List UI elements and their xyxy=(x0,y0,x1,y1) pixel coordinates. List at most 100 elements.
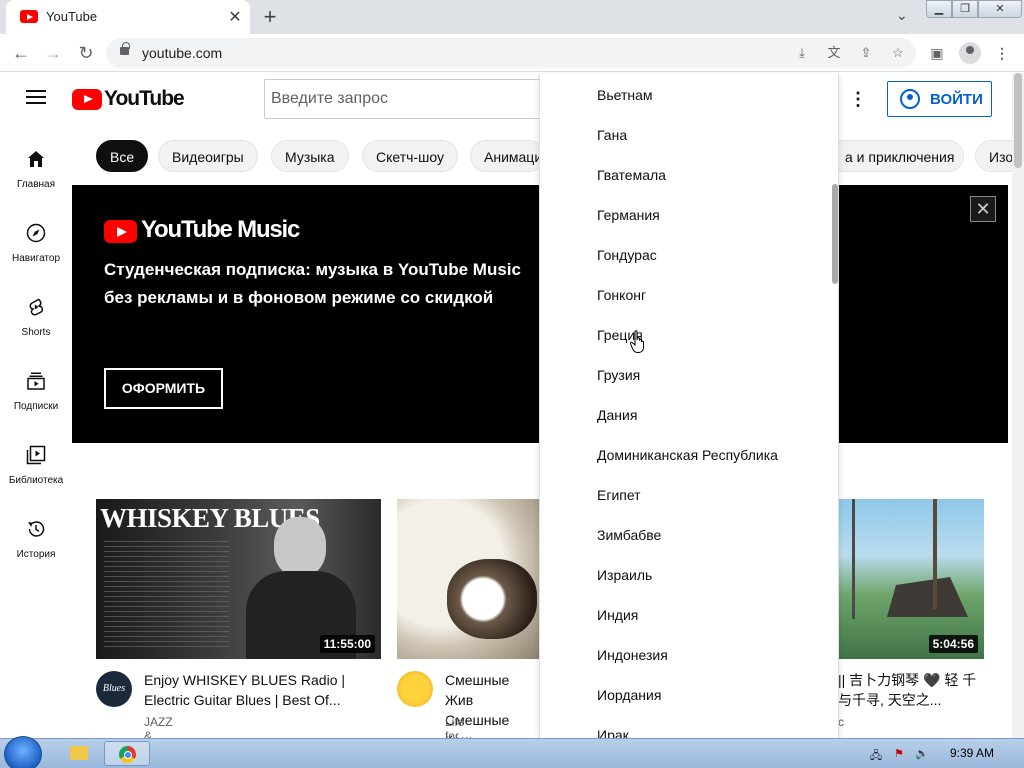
sidebar-item-home[interactable]: Главная xyxy=(0,149,72,209)
chrome-icon xyxy=(119,746,136,763)
window-controls: ▁ ❐ ✕ xyxy=(926,0,1024,20)
address-bar[interactable]: youtube.com ⤓ 文 ⇪ ☆ xyxy=(106,38,916,68)
video-duration: 11:55:00 xyxy=(319,635,375,653)
channel-name[interactable]: JAZZ & BLUES xyxy=(144,715,183,738)
subscriptions-icon xyxy=(27,372,45,390)
chip-adventure[interactable]: а и приключения xyxy=(828,140,964,172)
youtube-music-logo-icon xyxy=(104,220,137,243)
channel-avatar[interactable] xyxy=(397,671,433,707)
dropdown-item[interactable]: Германия xyxy=(597,195,827,235)
channel-avatar[interactable]: Blues xyxy=(96,671,132,707)
chip-all[interactable]: Все xyxy=(96,140,149,172)
share-icon[interactable]: ⇪ xyxy=(856,43,876,63)
browser-toolbar: ← → ↻ youtube.com ⤓ 文 ⇪ ☆ ▣ ⋮ xyxy=(0,34,1024,72)
sidebar-item-explore[interactable]: Навигатор xyxy=(0,223,72,283)
back-arrow-icon[interactable]: ← xyxy=(8,40,34,66)
page-scrollbar-thumb[interactable] xyxy=(1014,73,1022,168)
network-icon[interactable]: 🖧 xyxy=(869,747,883,762)
banner-brand: YouTube Music xyxy=(141,216,300,243)
hand-pointer-cursor-icon xyxy=(629,330,644,353)
dropdown-item[interactable]: Ирак xyxy=(597,715,827,738)
dropdown-item[interactable]: Зимбабве xyxy=(597,515,827,555)
new-tab-button[interactable]: + xyxy=(258,4,282,30)
profile-avatar-icon[interactable] xyxy=(959,42,981,64)
video-thumbnail[interactable] xyxy=(397,499,542,659)
dropdown-item[interactable]: Индонезия xyxy=(597,635,827,675)
chip-animation[interactable]: Анимаци xyxy=(470,140,545,172)
history-icon xyxy=(28,521,45,537)
side-panel-icon[interactable]: ▣ xyxy=(926,42,948,64)
banner-subscribe-button[interactable]: ОФОРМИТЬ xyxy=(104,368,223,409)
sidebar-label-history: История xyxy=(16,549,56,560)
start-button-icon[interactable] xyxy=(4,736,42,768)
sidebar-item-shorts[interactable]: Shorts xyxy=(0,297,72,357)
page-scrollbar[interactable] xyxy=(1012,73,1024,738)
dropdown-item[interactable]: Грузия xyxy=(597,355,827,395)
taskbar-chrome[interactable] xyxy=(104,741,150,766)
youtube-logo-icon[interactable] xyxy=(72,89,102,110)
video-thumbnail[interactable]: 5:04:56 xyxy=(838,499,984,659)
dropdown-item[interactable]: Гонконг xyxy=(597,275,827,315)
thumbnail-cat xyxy=(447,559,537,639)
tab-title: YouTube xyxy=(46,9,98,24)
sidebar-item-library[interactable]: Библиотека xyxy=(0,445,72,505)
dropdown-item[interactable]: Дания xyxy=(597,395,827,435)
dropdown-scrollbar-thumb[interactable] xyxy=(832,184,838,284)
thumbnail-pole xyxy=(852,499,855,619)
search-input[interactable] xyxy=(265,80,553,118)
translate-icon[interactable]: 文 xyxy=(824,43,844,63)
youtube-logo-text[interactable]: YouTube xyxy=(104,87,185,111)
dropdown-item[interactable]: Египет xyxy=(597,475,827,515)
bookmark-star-icon[interactable]: ☆ xyxy=(888,43,908,63)
sidebar-item-subscriptions[interactable]: Подписки xyxy=(0,371,72,431)
sidebar-label-explore: Навигатор xyxy=(11,253,61,264)
dropdown-item[interactable]: Индия xyxy=(597,595,827,635)
sidebar-item-history[interactable]: История xyxy=(0,519,72,579)
account-circle-icon xyxy=(900,89,920,109)
minimize-button[interactable]: ▁ xyxy=(926,0,952,18)
action-center-flag-icon[interactable]: ⚑ xyxy=(892,747,906,761)
video-thumbnail[interactable]: WHISKEY BLUES 11:55:00 xyxy=(96,499,381,659)
thumbnail-house xyxy=(887,577,968,617)
sidebar-label-library: Библиотека xyxy=(8,475,64,486)
dropdown-item[interactable]: Гана xyxy=(597,115,827,155)
dropdown-item[interactable]: Доминиканская Республика xyxy=(597,435,827,475)
banner-close-icon[interactable]: ✕ xyxy=(970,196,996,222)
hamburger-menu-icon[interactable] xyxy=(26,90,46,104)
lock-icon xyxy=(120,42,130,55)
dropdown-item[interactable]: Вьетнам xyxy=(597,75,827,115)
dropdown-item[interactable]: Иордания xyxy=(597,675,827,715)
dropdown-item[interactable]: Гватемала xyxy=(597,155,827,195)
taskbar-clock[interactable]: 9:39 AM xyxy=(950,746,994,760)
signin-button[interactable]: ВОЙТИ xyxy=(887,81,992,117)
taskbar-file-explorer[interactable] xyxy=(56,741,102,766)
maximize-button[interactable]: ❐ xyxy=(952,0,978,18)
youtube-page: YouTube ⋮ ВОЙТИ Все Видеоигры Музыка Ске… xyxy=(0,73,1012,738)
settings-menu-icon[interactable]: ⋮ xyxy=(848,89,868,109)
browser-tab[interactable]: YouTube ✕ xyxy=(6,0,250,34)
video-title[interactable]: || 吉卜力钢琴 🖤 轻 千与千寻, 天空之... xyxy=(838,670,984,710)
close-window-button[interactable]: ✕ xyxy=(978,0,1022,18)
chip-sketch[interactable]: Скетч-шоу xyxy=(362,140,458,172)
chip-videogames[interactable]: Видеоигры xyxy=(158,140,258,172)
channel-name[interactable]: Life for Fun ✓ xyxy=(445,715,466,738)
forward-arrow-icon[interactable]: → xyxy=(40,40,66,66)
chip-art[interactable]: Изо xyxy=(975,140,1012,172)
sidebar-label-home: Главная xyxy=(16,179,56,190)
volume-icon[interactable]: 🔈 xyxy=(915,747,929,761)
sidebar-label-subscriptions: Подписки xyxy=(13,401,59,412)
banner-text: Студенческая подписка: музыка в YouTube … xyxy=(104,260,521,307)
browser-menu-icon[interactable]: ⋮ xyxy=(991,42,1013,64)
chip-music[interactable]: Музыка xyxy=(271,140,349,172)
reload-icon[interactable]: ↻ xyxy=(73,40,99,66)
tab-close-icon[interactable]: ✕ xyxy=(226,7,244,27)
thumbnail-tree xyxy=(933,499,937,609)
dropdown-item[interactable]: Гондурас xyxy=(597,235,827,275)
dropdown-item[interactable]: Израиль xyxy=(597,555,827,595)
windows-taskbar: 🖧 ⚑ 🔈 9:39 AM xyxy=(0,736,1024,768)
compass-icon xyxy=(26,223,46,243)
youtube-favicon-icon xyxy=(20,10,38,23)
tab-search-chevron-icon[interactable]: ⌄ xyxy=(896,7,908,24)
video-title[interactable]: Enjoy WHISKEY BLUES Radio | Electric Gui… xyxy=(144,670,359,710)
install-app-icon[interactable]: ⤓ xyxy=(792,43,812,63)
